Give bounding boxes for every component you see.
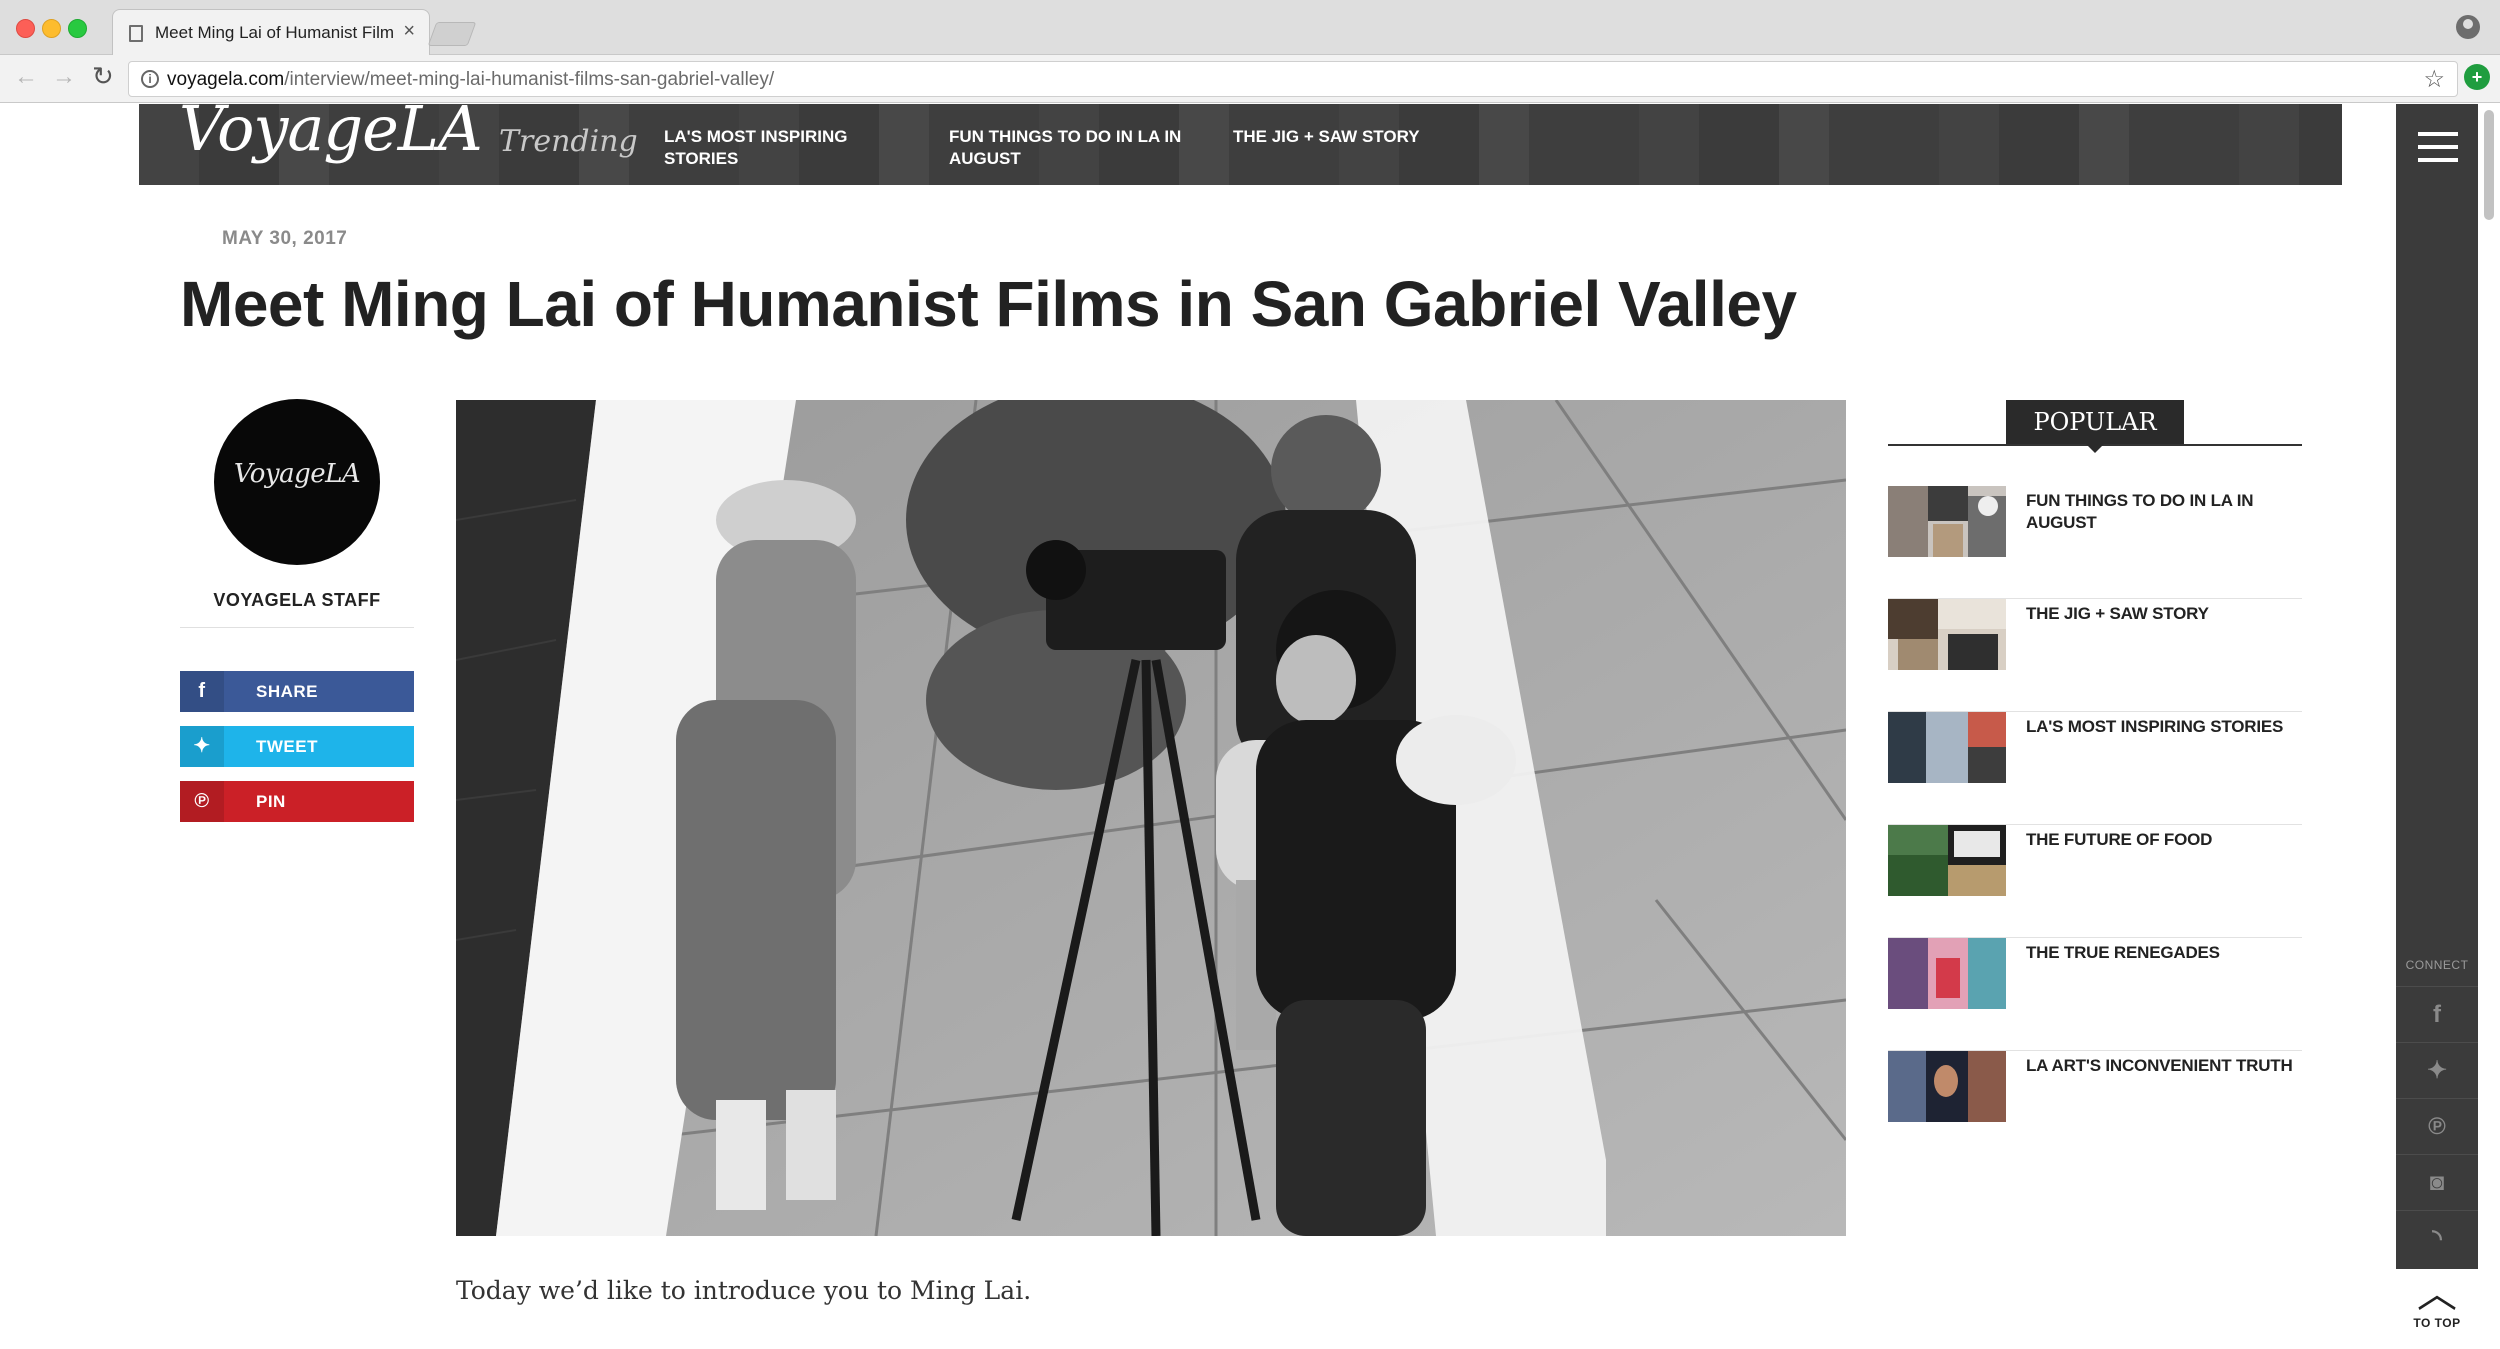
pinterest-icon[interactable]: ℗ <box>2396 1098 2478 1154</box>
facebook-icon: f <box>180 671 224 712</box>
popular-item[interactable]: THE JIG + SAW STORY <box>1888 599 2302 712</box>
browser-toolbar: ← → ↻ i voyagela.com/interview/meet-ming… <box>0 55 2500 103</box>
popular-thumbnail[interactable] <box>1888 1051 2006 1122</box>
avatar-logo-text: VoyageLA <box>233 459 361 489</box>
trending-link-jig-saw[interactable]: THE JIG + SAW STORY <box>1233 126 1473 148</box>
window-minimize-button[interactable] <box>42 19 61 38</box>
chevron-up-icon: ︿ <box>2417 1272 2457 1316</box>
post-date: MAY 30, 2017 <box>222 228 348 249</box>
trending-link-inspiring-stories[interactable]: LA'S MOST INSPIRING STORIES <box>664 126 874 170</box>
popular-item-title[interactable]: LA'S MOST INSPIRING STORIES <box>2026 716 2302 738</box>
page-icon <box>129 25 143 42</box>
site-info-icon[interactable]: i <box>141 70 159 88</box>
menu-icon[interactable] <box>2418 132 2458 162</box>
feature-photo <box>456 400 1846 1236</box>
popular-item[interactable]: THE TRUE RENEGADES <box>1888 938 2302 1051</box>
thumbnail-collage <box>1888 486 2006 557</box>
page-scrollbar[interactable] <box>2484 110 2494 220</box>
popular-item[interactable]: LA'S MOST INSPIRING STORIES <box>1888 712 2302 825</box>
tab-title: Meet Ming Lai of Humanist Film <box>155 23 395 42</box>
popular-item[interactable]: LA ART'S INCONVENIENT TRUTH <box>1888 1051 2302 1164</box>
popular-item-title[interactable]: THE JIG + SAW STORY <box>2026 603 2302 625</box>
rss-icon[interactable]: ◝ <box>2396 1210 2478 1266</box>
window-close-button[interactable] <box>16 19 35 38</box>
connect-label: CONNECT <box>2405 958 2469 972</box>
site-logo[interactable]: VoyageLA <box>179 104 483 165</box>
browser-tab-active[interactable]: Meet Ming Lai of Humanist Film × <box>112 9 430 55</box>
author-name[interactable]: VOYAGELA STAFF <box>180 590 414 611</box>
social-rail: CONNECT f ✦ ℗ ◙ ◝ <box>2396 104 2478 1269</box>
site-header: VoyageLA Trending LA'S MOST INSPIRING ST… <box>139 104 2342 185</box>
url-host: voyagela.com <box>167 69 285 90</box>
popular-item[interactable]: THE FUTURE OF FOOD <box>1888 825 2302 938</box>
profile-icon[interactable] <box>2456 15 2480 39</box>
twitter-share-button[interactable]: ✦ TWEET <box>180 726 414 767</box>
thumbnail-collage <box>1888 938 2006 1009</box>
twitter-icon[interactable]: ✦ <box>2396 1042 2478 1098</box>
popular-thumbnail[interactable] <box>1888 486 2006 557</box>
url-path: /interview/meet-ming-lai-humanist-films-… <box>284 69 775 90</box>
popular-thumbnail[interactable] <box>1888 599 2006 670</box>
popular-item-title[interactable]: LA ART'S INCONVENIENT TRUTH <box>2026 1055 2302 1077</box>
thumbnail-collage <box>1888 599 2006 670</box>
window-zoom-button[interactable] <box>68 19 87 38</box>
thumbnail-collage <box>1888 1051 2006 1122</box>
right-rail: CONNECT f ✦ ℗ ◙ ◝ ︿ TO TOP <box>2396 104 2500 1349</box>
pinterest-share-button[interactable]: ℗ PIN <box>180 781 414 822</box>
article-intro: Today we’d like to introduce you to Ming… <box>456 1276 1032 1305</box>
to-top-label: TO TOP <box>2413 1316 2461 1330</box>
page-title: Meet Ming Lai of Humanist Films in San G… <box>180 268 1797 340</box>
share-label: SHARE <box>256 682 319 701</box>
thumbnail-collage <box>1888 825 2006 896</box>
divider <box>180 627 414 628</box>
tweet-label: TWEET <box>256 737 318 756</box>
feature-photo-illustration <box>456 400 1846 1236</box>
popular-thumbnail[interactable] <box>1888 712 2006 783</box>
popular-item-title[interactable]: FUN THINGS TO DO IN LA IN AUGUST <box>2026 490 2302 534</box>
new-tab-button[interactable] <box>427 22 477 46</box>
facebook-share-button[interactable]: f SHARE <box>180 671 414 712</box>
popular-thumbnail[interactable] <box>1888 825 2006 896</box>
twitter-icon: ✦ <box>180 726 224 767</box>
reload-icon[interactable]: ↻ <box>92 61 114 92</box>
popular-heading: POPULAR <box>1888 400 2302 453</box>
forward-arrow-icon[interactable]: → <box>52 63 76 91</box>
popular-thumbnail[interactable] <box>1888 938 2006 1009</box>
popular-item-title[interactable]: THE TRUE RENEGADES <box>2026 942 2302 964</box>
facebook-icon[interactable]: f <box>2396 986 2478 1042</box>
popular-tab-label: POPULAR <box>2006 400 2184 453</box>
bookmark-star-icon[interactable]: ☆ <box>2423 65 2445 94</box>
url-text[interactable]: voyagela.com/interview/meet-ming-lai-hum… <box>167 69 774 91</box>
trending-link-fun-things[interactable]: FUN THINGS TO DO IN LA IN AUGUST <box>949 126 1189 170</box>
thumbnail-collage <box>1888 712 2006 783</box>
back-arrow-icon[interactable]: ← <box>14 63 38 91</box>
web-page: VoyageLA Trending LA'S MOST INSPIRING ST… <box>0 104 2500 1349</box>
address-bar[interactable]: i voyagela.com/interview/meet-ming-lai-h… <box>128 61 2458 97</box>
popular-item-title[interactable]: THE FUTURE OF FOOD <box>2026 829 2302 851</box>
pin-label: PIN <box>256 792 286 811</box>
trending-label: Trending <box>499 124 638 159</box>
to-top-button[interactable]: ︿ TO TOP <box>2396 1272 2478 1349</box>
instagram-icon[interactable]: ◙ <box>2396 1154 2478 1210</box>
author-avatar[interactable]: VoyageLA <box>214 399 380 565</box>
browser-tab-bar: Meet Ming Lai of Humanist Film × <box>0 0 2500 55</box>
pinterest-icon: ℗ <box>180 781 224 822</box>
popular-item[interactable]: FUN THINGS TO DO IN LA IN AUGUST <box>1888 486 2302 599</box>
tab-close-icon[interactable]: × <box>403 20 415 43</box>
extension-icon[interactable]: + <box>2464 64 2490 90</box>
